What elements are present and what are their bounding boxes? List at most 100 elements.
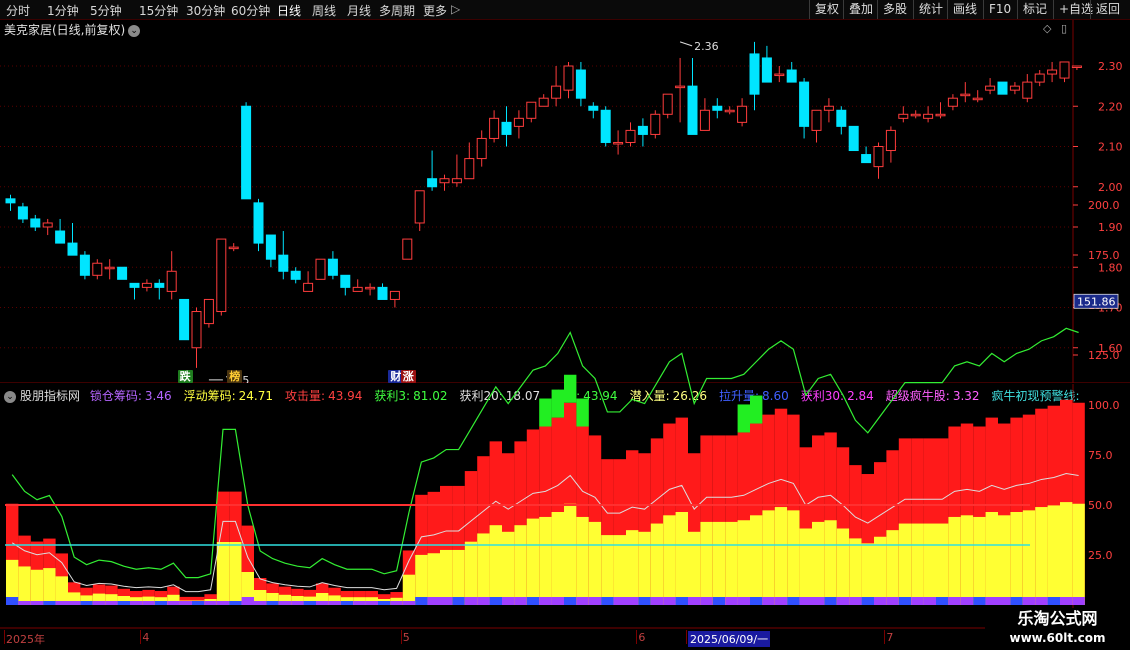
candle-6[interactable] (79, 251, 90, 280)
candle-40[interactable] (501, 106, 512, 147)
candle-47[interactable] (588, 102, 599, 119)
candle-35[interactable] (439, 174, 450, 191)
candle-48[interactable] (600, 106, 611, 147)
candle-4[interactable] (55, 218, 66, 244)
bar-floating-46 (576, 516, 589, 605)
candle-28[interactable] (352, 279, 363, 292)
candle-49[interactable] (613, 130, 624, 155)
candle-71[interactable] (885, 126, 896, 163)
candle-27[interactable] (340, 274, 351, 296)
candle-67[interactable] (836, 106, 847, 135)
candle-36[interactable] (451, 154, 462, 187)
candle-7[interactable] (92, 259, 103, 280)
candle-32[interactable] (402, 238, 413, 260)
candle-30[interactable] (377, 283, 388, 300)
candle-64[interactable] (799, 78, 810, 139)
candle-16[interactable] (203, 298, 214, 328)
candle-51[interactable] (637, 118, 648, 147)
candle-84[interactable] (1047, 61, 1058, 83)
candle-68[interactable] (848, 125, 859, 152)
candle-76[interactable] (947, 94, 958, 111)
candle-78[interactable] (972, 90, 983, 103)
candle-81[interactable] (1009, 82, 1020, 95)
candle-17[interactable] (216, 238, 227, 316)
candle-22[interactable] (278, 231, 289, 280)
candle-83[interactable] (1034, 70, 1045, 87)
candle-20[interactable] (253, 198, 264, 252)
candle-15[interactable] (191, 307, 202, 368)
candle-55[interactable] (687, 57, 698, 135)
candle-13[interactable] (166, 251, 177, 300)
candle-79[interactable] (985, 78, 996, 95)
candle-70[interactable] (873, 142, 884, 179)
candle-33[interactable] (414, 190, 425, 232)
candle-25[interactable] (315, 258, 326, 280)
candle-60[interactable] (749, 41, 760, 111)
candle-0[interactable] (5, 194, 16, 211)
candle-75[interactable] (935, 102, 946, 119)
candle-11[interactable] (141, 279, 152, 292)
candle-42[interactable] (526, 101, 537, 123)
candle-69[interactable] (861, 146, 872, 164)
candle-29[interactable] (365, 283, 376, 296)
candle-54[interactable] (675, 57, 686, 123)
candle-57[interactable] (712, 98, 723, 119)
candle-23[interactable] (290, 267, 301, 284)
candle-74[interactable] (923, 106, 934, 123)
candle-19[interactable] (241, 102, 252, 200)
candle-26[interactable] (327, 251, 338, 280)
candle-14[interactable] (179, 298, 190, 341)
candle-21[interactable] (265, 234, 276, 268)
candle-9[interactable] (117, 266, 128, 280)
candle-34[interactable] (427, 150, 438, 191)
candle-body-6 (79, 254, 90, 276)
candle-53[interactable] (662, 93, 673, 119)
candle-66[interactable] (823, 98, 834, 123)
candle-12[interactable] (154, 279, 165, 300)
candle-85[interactable] (1059, 61, 1070, 83)
candle-10[interactable] (129, 282, 140, 300)
bar-locked-58 (725, 597, 738, 605)
candle-50[interactable] (625, 122, 636, 147)
candle-38[interactable] (476, 130, 487, 167)
bar-locked-35 (440, 597, 453, 605)
candle-39[interactable] (489, 110, 500, 143)
candle-52[interactable] (650, 110, 661, 139)
candle-72[interactable] (898, 106, 909, 123)
candle-59[interactable] (737, 98, 748, 127)
candle-82[interactable] (1022, 74, 1033, 103)
candlestick-chart[interactable]: 2.302.202.102.001.901.801.701.602.361.55 (0, 0, 1130, 383)
candle-86[interactable] (1071, 65, 1082, 71)
candle-80[interactable] (997, 81, 1008, 95)
candle-1[interactable] (17, 202, 28, 223)
candle-73[interactable] (910, 110, 921, 119)
candle-58[interactable] (724, 106, 735, 115)
candle-5[interactable] (67, 222, 78, 256)
bar-attack-31 (390, 592, 403, 605)
candle-56[interactable] (699, 98, 710, 131)
candle-46[interactable] (575, 61, 586, 107)
candle-2[interactable] (30, 214, 41, 232)
candle-63[interactable] (786, 61, 797, 83)
candle-3[interactable] (42, 218, 53, 236)
candle-41[interactable] (513, 110, 524, 139)
event-badge-1[interactable]: 榜 (227, 370, 243, 383)
candle-61[interactable] (761, 45, 772, 83)
candle-43[interactable] (538, 94, 549, 107)
candle-77[interactable] (960, 82, 971, 103)
indicator-menu-icon[interactable]: ⌄ (4, 390, 16, 403)
candle-45[interactable] (563, 61, 574, 99)
event-badge-3[interactable]: 涨 (400, 370, 416, 383)
candle-8[interactable] (104, 259, 115, 280)
event-badge-0[interactable]: 跌 (177, 370, 193, 383)
candle-44[interactable] (551, 66, 562, 107)
ind-axis-label-6: 50.0 (1088, 499, 1113, 512)
candle-65[interactable] (811, 109, 822, 143)
candle-24[interactable] (303, 271, 314, 292)
candle-37[interactable] (464, 142, 475, 180)
candle-body-13 (166, 270, 177, 292)
bar-floating-16 (204, 599, 217, 605)
candle-31[interactable] (389, 290, 400, 308)
candle-18[interactable] (228, 243, 239, 252)
candle-62[interactable] (774, 66, 785, 83)
